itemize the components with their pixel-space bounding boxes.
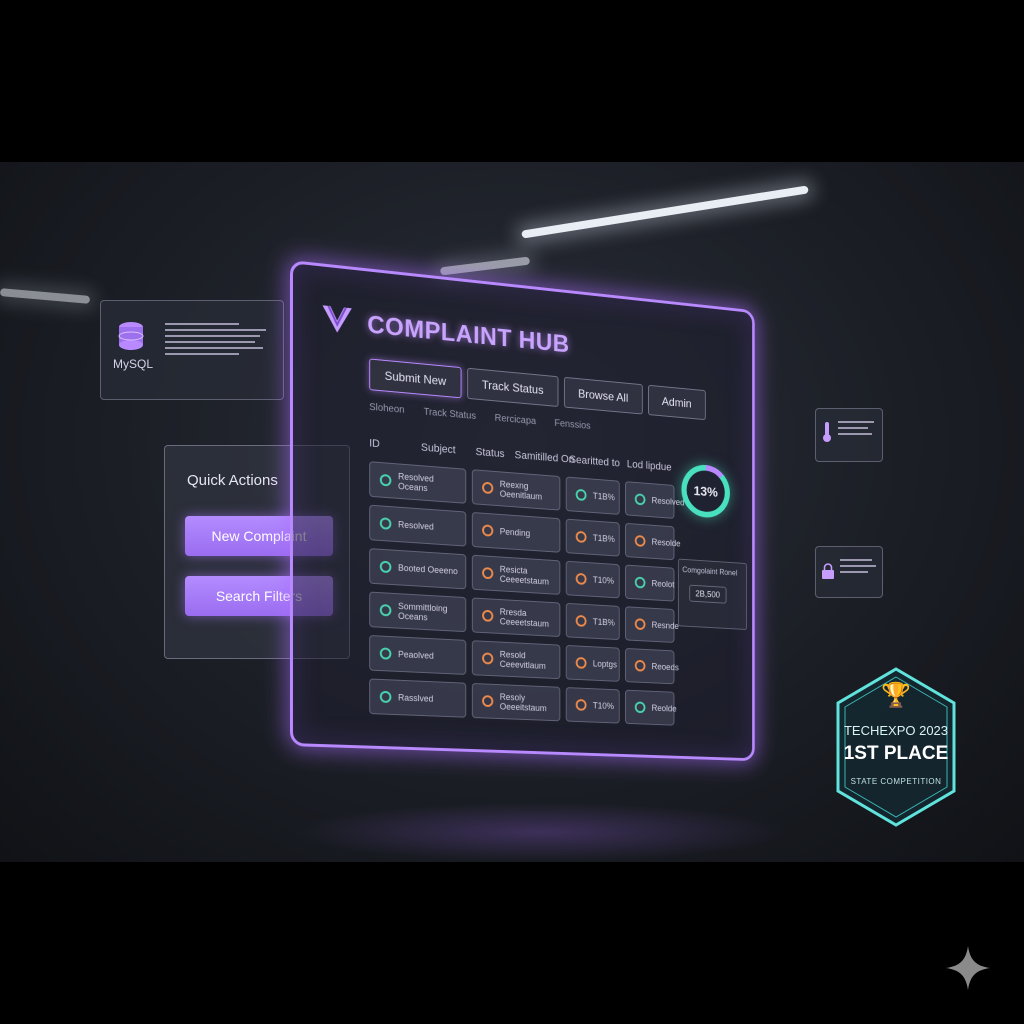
row-date: T1B% [592, 532, 615, 544]
ceiling-light [0, 288, 91, 304]
shield-check-icon [379, 473, 392, 487]
subtab-1[interactable]: Sloheon [369, 402, 404, 416]
check-circle-icon [634, 701, 646, 714]
badge-place: 1ST PLACE [843, 743, 949, 764]
sparkle-icon [946, 946, 990, 990]
clock-icon [575, 656, 587, 669]
shield-check-icon [575, 488, 587, 502]
clock-icon [575, 614, 587, 627]
row-status: Resoly Oeeeitstaum [499, 691, 547, 714]
row-subject: Rasslved [398, 692, 434, 704]
column-header: ID [369, 437, 380, 451]
clock-icon [575, 698, 587, 711]
check-circle-icon [634, 576, 646, 589]
tab-admin[interactable]: Admin [647, 384, 706, 421]
donut-label: 13% [686, 469, 725, 514]
column-header: Searitted to [569, 453, 620, 470]
clock-icon [482, 695, 494, 708]
complaint-stat-box: Comgolaint Ronel 2B,500 [677, 558, 748, 630]
shield-check-icon [379, 690, 392, 704]
tab-submit-new[interactable]: Submit New [369, 358, 462, 399]
row-status: Resold Ceeevitlaum [499, 649, 546, 671]
row-update: Reoeds [651, 661, 679, 673]
database-label: MySQL [113, 357, 154, 371]
trophy-icon: 🏆 [881, 682, 911, 709]
row-update: Resolved [651, 495, 685, 508]
clock-icon [482, 609, 494, 622]
complaint-hub-panel: COMPLAINT HUB Submit New Track Status Br… [290, 260, 755, 762]
row-date: Loptgs [592, 658, 618, 670]
floor-glow [290, 802, 790, 862]
award-badge: 🏆 TECHEXPO 2023 1ST PLACE STATE COMPETIT… [836, 667, 956, 827]
row-update: Reolde [651, 703, 677, 714]
clock-icon [575, 572, 587, 585]
row-status: Resicta Ceeeetstaum [499, 564, 549, 587]
subtab-2[interactable]: Track Status [424, 407, 477, 422]
row-date: T1B% [592, 491, 615, 503]
row-status: Pending [499, 526, 531, 539]
table-header: ID Subject Status Samitilled On Searitte… [369, 437, 672, 473]
badge-event: TECHEXPO 2023 [843, 723, 949, 738]
tab-track-status[interactable]: Track Status [466, 367, 559, 407]
row-date: T1B% [592, 616, 615, 628]
resolution-donut-chart: 13% [681, 463, 730, 520]
clock-icon [575, 530, 587, 544]
shield-check-icon [379, 517, 392, 530]
row-status: Rresda Ceeeetstaum [499, 606, 549, 629]
ceiling-light [521, 185, 809, 239]
badge-competition: STATE COMPETITION [850, 777, 942, 786]
clock-icon [482, 567, 494, 580]
row-update: Resnde [651, 620, 679, 631]
thermometer-icon [823, 422, 831, 442]
alert-circle-icon [634, 618, 646, 631]
alert-circle-icon [634, 534, 646, 547]
row-status: Reexng Oeenitlaum [499, 479, 543, 502]
row-subject: Booted Oeeeno [398, 562, 458, 577]
page-title: COMPLAINT HUB [367, 310, 570, 359]
row-date: T10% [592, 700, 614, 712]
shield-check-icon [379, 560, 392, 574]
row-subject: Resolved Oceans [398, 471, 434, 494]
row-subject: Resolved [398, 519, 434, 532]
database-card: MySQL [100, 300, 284, 400]
column-header: Samitilled On [514, 449, 575, 466]
lock-card [815, 546, 883, 598]
check-circle-icon [634, 493, 646, 506]
row-subject: Peaolved [398, 649, 434, 661]
lock-icon [822, 563, 834, 579]
quick-actions-title: Quick Actions [187, 472, 278, 489]
row-update: Reolot [651, 578, 675, 590]
clock-icon [482, 652, 494, 665]
database-icon [118, 322, 144, 350]
column-header: Subject [420, 441, 456, 457]
shield-check-icon [379, 647, 392, 660]
clock-icon [482, 481, 494, 495]
brand-logo-icon [322, 301, 352, 335]
tab-browse-all[interactable]: Browse All [563, 376, 643, 415]
shield-check-icon [379, 603, 392, 617]
stat-value: 2B,500 [689, 584, 727, 604]
subtab-3[interactable]: Rercicapa [495, 413, 537, 427]
alert-circle-icon [634, 659, 646, 672]
column-header: Status [475, 446, 505, 461]
thermometer-card [815, 408, 883, 462]
ceiling-light [439, 256, 531, 276]
row-date: T10% [592, 574, 614, 586]
column-header: Lod lipdue [626, 458, 672, 474]
row-subject: Sommittloing Oceans [398, 601, 448, 623]
row-update: Resolde [651, 537, 681, 549]
clock-icon [482, 524, 494, 537]
database-log-lines [165, 319, 271, 359]
subtab-4[interactable]: Fenssios [554, 418, 590, 432]
stat-label: Comgolaint Ronel [682, 565, 738, 578]
